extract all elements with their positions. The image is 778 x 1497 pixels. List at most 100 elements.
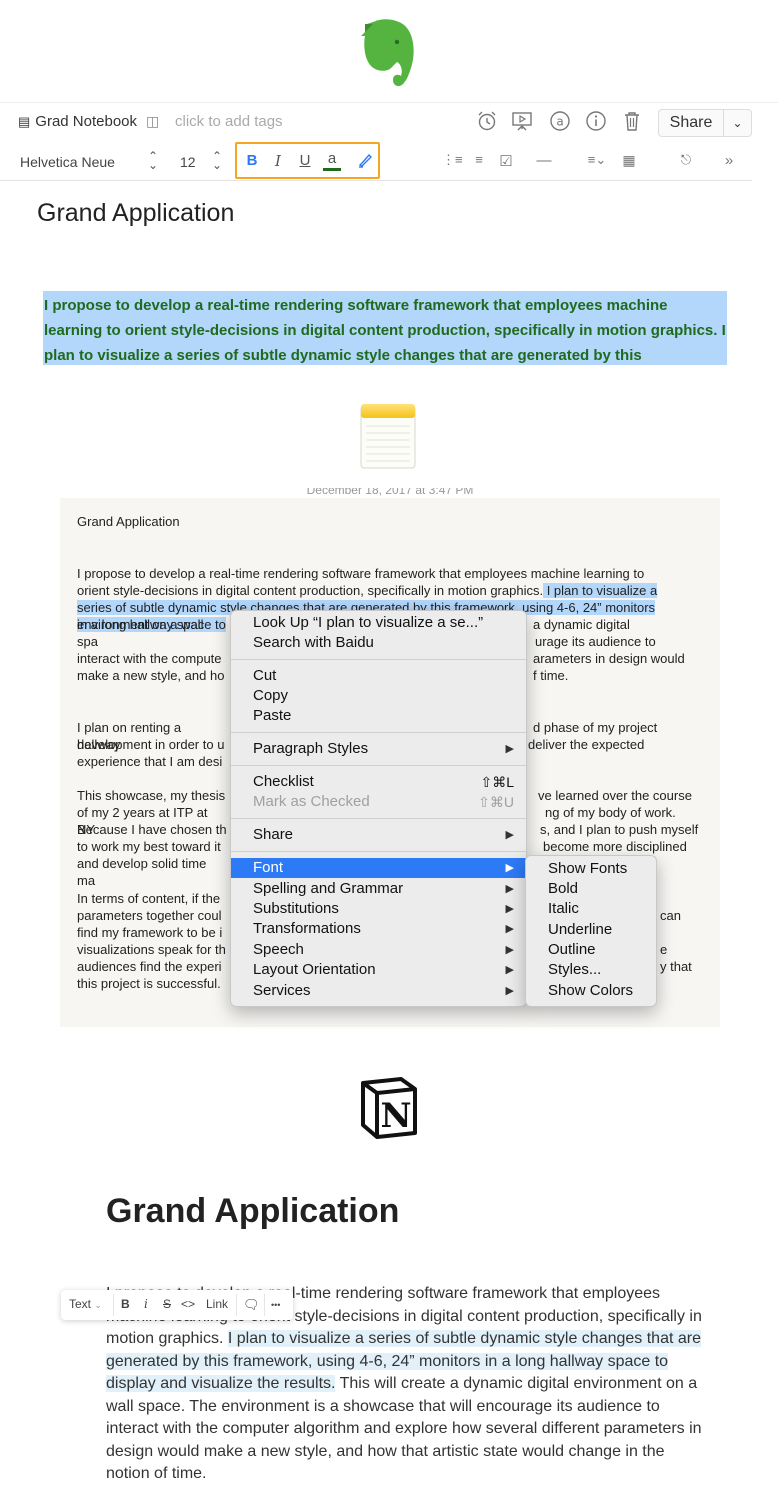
menu-item-font[interactable]: Font ▶ <box>231 858 526 878</box>
menu-item-speech[interactable]: Speech ▶ <box>231 940 526 960</box>
submenu-item-bold[interactable]: Bold <box>548 879 578 899</box>
font-submenu: Show Fonts Bold Italic Underline Outline… <box>525 855 657 1007</box>
menu-item-search[interactable]: Search with Baidu <box>231 633 526 653</box>
text-fragment: Because I have chosen th <box>77 822 227 837</box>
submenu-arrow-icon: ▶ <box>505 985 514 997</box>
tag-icon: ◫ <box>146 113 160 129</box>
text-fragment: arameters in design would <box>533 651 685 666</box>
comment-icon[interactable]: 🗨 <box>243 1297 260 1313</box>
text-fragment: d phase of my project <box>533 720 658 735</box>
menu-item-look-up[interactable]: Look Up “I plan to visualize a se...” <box>231 613 526 633</box>
svg-text:N: N <box>380 1096 411 1136</box>
turn-into-text-button[interactable]: Text ⌄ <box>69 1297 102 1311</box>
submenu-arrow-icon: ▶ <box>505 829 514 841</box>
text-fragment: can <box>660 908 681 923</box>
more-options-icon[interactable]: ••• <box>271 1300 280 1310</box>
notion-page-title[interactable]: Grand Application <box>106 1192 399 1231</box>
numbered-list-icon[interactable]: ≡ <box>470 152 488 167</box>
italic-button[interactable]: i <box>144 1297 148 1311</box>
text-line: I propose to develop a real-time renderi… <box>77 566 645 581</box>
notion-line[interactable]: notion of time. <box>106 1463 716 1486</box>
bullet-list-icon[interactable]: ⋮≡ <box>442 152 463 168</box>
link-button[interactable]: Link <box>206 1297 228 1311</box>
presentation-icon[interactable] <box>511 110 535 134</box>
submenu-arrow-icon: ▶ <box>505 903 514 915</box>
text-fragment: become more disciplined <box>543 839 687 854</box>
note-paragraph[interactable]: I propose to develop a real-time renderi… <box>44 293 734 368</box>
menu-separator <box>231 851 526 852</box>
submenu-item-underline[interactable]: Underline <box>548 920 612 940</box>
more-chevron-icon[interactable]: » <box>720 152 738 169</box>
notion-line[interactable]: generated by this framework, using 4-6, … <box>106 1351 716 1374</box>
text-color-icon[interactable]: a <box>323 151 341 171</box>
bold-icon[interactable]: B <box>243 152 261 169</box>
table-icon[interactable]: ▦ <box>620 152 638 169</box>
text-fragment: e <box>660 942 668 957</box>
size-stepper-icon[interactable]: ⌃ ⌄ <box>212 150 222 171</box>
font-size-select[interactable]: 12 <box>180 154 196 170</box>
info-icon[interactable] <box>585 110 609 134</box>
mention-at-icon[interactable]: a <box>549 110 573 134</box>
menu-separator <box>231 659 526 660</box>
align-icon[interactable]: ≡⌄ <box>582 152 612 168</box>
text-fragment: This showcase, my thesis <box>77 788 226 803</box>
note-title[interactable]: Grand Application <box>37 199 234 228</box>
menu-item-spelling[interactable]: Spelling and Grammar ▶ <box>231 879 526 899</box>
reminder-alarm-icon[interactable] <box>476 110 500 134</box>
menu-item-transformations[interactable]: Transformations ▶ <box>231 919 526 939</box>
menu-item-paragraph-styles[interactable]: Paragraph Styles ▶ <box>231 739 526 759</box>
underline-icon[interactable]: U <box>296 152 314 169</box>
text-fragment: y that <box>660 959 692 974</box>
italic-icon[interactable]: I <box>269 152 287 170</box>
submenu-item-show-fonts[interactable]: Show Fonts <box>548 859 627 879</box>
font-stepper-icon[interactable]: ⌃ ⌄ <box>148 150 158 171</box>
menu-item-mark-checked: Mark as Checked ⇧⌘U <box>253 793 514 810</box>
notion-line[interactable]: wall space. The environment is a showcas… <box>106 1396 716 1419</box>
menu-item-substitutions[interactable]: Substitutions ▶ <box>231 899 526 919</box>
notebook-selector[interactable]: ▤ Grad Notebook <box>18 113 137 130</box>
text-fragment: a dynamic digital <box>533 617 630 632</box>
share-button[interactable]: Share <box>659 110 724 136</box>
text-fragment: parameters together coul <box>77 908 222 923</box>
toolbar-divider <box>264 1294 265 1316</box>
checkbox-icon[interactable]: ☑ <box>497 152 515 170</box>
notebook-label: Grad Notebook <box>35 113 138 130</box>
notion-line[interactable]: motion graphics. I plan to visualize a s… <box>106 1328 716 1351</box>
submenu-item-italic[interactable]: Italic <box>548 899 579 919</box>
divider-icon[interactable]: — <box>535 152 553 169</box>
text-fragment: development in order to u <box>77 737 225 752</box>
bold-button[interactable]: B <box>121 1297 130 1311</box>
submenu-item-show-colors[interactable]: Show Colors <box>548 981 633 1001</box>
svg-text:a: a <box>556 115 563 129</box>
menu-item-services[interactable]: Services ▶ <box>231 981 526 1001</box>
submenu-item-styles[interactable]: Styles... <box>548 960 601 980</box>
tags-input[interactable]: click to add tags <box>175 113 283 130</box>
text-fragment: ng of my body of work. <box>545 805 676 820</box>
notion-line[interactable]: display and visualize the results. This … <box>106 1373 716 1396</box>
text-fragment: and develop solid time ma <box>77 856 207 888</box>
highlighter-icon[interactable] <box>356 152 374 172</box>
code-button[interactable]: <> <box>181 1297 195 1311</box>
strikethrough-button[interactable]: S <box>163 1297 171 1311</box>
submenu-item-outline[interactable]: Outline <box>548 940 596 960</box>
microphone-icon[interactable]: ⎋ <box>677 152 695 168</box>
text-fragment: find my framework to be i <box>77 925 223 940</box>
note-date: December 18, 2017 at 3:47 PM <box>306 488 474 497</box>
chevron-down-icon[interactable]: ⌄ <box>724 110 751 136</box>
toolbar-divider <box>113 1294 114 1316</box>
trash-icon[interactable] <box>621 110 645 134</box>
notion-line[interactable]: design would make a new style, and how t… <box>106 1441 716 1464</box>
submenu-arrow-icon: ▶ <box>505 964 514 976</box>
submenu-arrow-icon: ▶ <box>505 944 514 956</box>
text-fragment: f time. <box>533 668 569 683</box>
notes-title[interactable]: Grand Application <box>77 513 697 530</box>
menu-item-checklist[interactable]: Checklist ⇧⌘L <box>231 772 526 792</box>
menu-item-cut[interactable]: Cut <box>231 666 526 686</box>
menu-item-share[interactable]: Share ▶ <box>231 825 526 845</box>
menu-item-paste[interactable]: Paste <box>231 706 526 726</box>
submenu-arrow-icon: ▶ <box>505 862 514 874</box>
font-family-select[interactable]: Helvetica Neue <box>20 154 115 170</box>
menu-item-copy[interactable]: Copy <box>231 686 526 706</box>
notion-line[interactable]: interact with the computer algorithm and… <box>106 1418 716 1441</box>
menu-item-layout-orientation[interactable]: Layout Orientation ▶ <box>231 960 526 980</box>
